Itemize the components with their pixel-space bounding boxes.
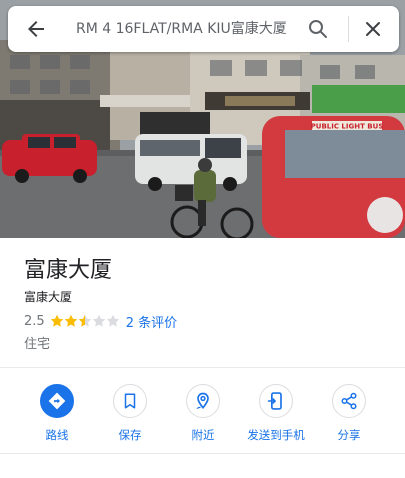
directions-label: 路线	[45, 428, 69, 442]
search-divider	[348, 16, 349, 42]
divider-top	[0, 367, 405, 368]
send-to-phone-label: 发送到手机	[247, 428, 305, 442]
rating-stars	[50, 314, 120, 328]
rating-value: 2.5	[24, 313, 45, 329]
share-button[interactable]: 分享	[310, 382, 390, 446]
place-subtitle: 富康大厦	[24, 290, 73, 304]
close-icon[interactable]	[361, 17, 385, 41]
search-icon[interactable]	[306, 17, 330, 41]
minibus-sign-text: PUBLIC LIGHT BUS	[311, 123, 384, 131]
send-to-phone-button[interactable]: 发送到手机	[237, 382, 317, 446]
save-button[interactable]: 保存	[91, 382, 171, 446]
search-input[interactable]: RM 4 16FLAT/RMA KIU富康大厦	[76, 6, 298, 52]
reviews-link[interactable]: 2 条评价	[126, 312, 177, 331]
nearby-button[interactable]: 附近	[164, 382, 244, 446]
star-icon	[78, 314, 91, 327]
bookmark-icon	[124, 393, 136, 409]
share-icon	[341, 392, 357, 410]
nearby-label: 附近	[191, 428, 215, 442]
star-icon	[64, 314, 77, 327]
search-bar: RM 4 16FLAT/RMA KIU富康大厦	[8, 6, 399, 52]
star-icon	[92, 314, 105, 327]
directions-circle	[40, 384, 74, 418]
send-to-phone-icon	[267, 392, 282, 410]
nearby-icon	[196, 392, 209, 409]
save-circle	[113, 384, 147, 418]
share-circle	[332, 384, 366, 418]
send-to-phone-circle	[259, 384, 293, 418]
save-label: 保存	[118, 428, 142, 442]
action-bar: 路线 保存 附近 发送到手机 分享	[0, 382, 405, 446]
rating-row: 2.5 2 条评价	[24, 311, 177, 331]
divider-bottom	[0, 453, 405, 454]
place-category: 住宅	[24, 337, 51, 352]
share-label: 分享	[337, 428, 361, 442]
directions-button[interactable]: 路线	[18, 382, 98, 446]
star-icon	[106, 314, 119, 327]
back-arrow-icon[interactable]	[24, 17, 48, 41]
directions-icon	[48, 392, 66, 410]
place-title: 富康大厦	[24, 258, 113, 283]
nearby-circle	[186, 384, 220, 418]
star-icon	[50, 314, 63, 327]
